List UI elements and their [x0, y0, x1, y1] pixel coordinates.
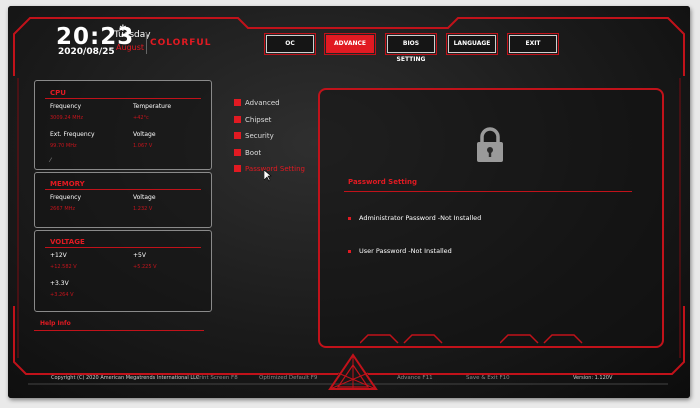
tab-bios-setting[interactable]: BIOS SETTING [385, 33, 437, 63]
help-info-title: Help Info [40, 320, 71, 327]
tab-oc[interactable]: OC [264, 33, 316, 55]
menu-item-label: Advanced [245, 99, 280, 107]
advance-hotkey[interactable]: Advance F11 [397, 375, 433, 381]
print-screen-hotkey[interactable]: Print Screen F8 [196, 375, 238, 381]
cpu-frequency-label: Frequency [50, 103, 81, 110]
emblem-icon [328, 353, 378, 390]
voltage-33v-label: +3.3V [50, 280, 69, 287]
date-label: 2020/08/25 [58, 47, 115, 57]
cpu-title: CPU [50, 89, 66, 97]
copyright-text: Copyright (C) 2020 American Megatrends I… [51, 375, 200, 381]
menu-item-label: Security [245, 132, 274, 140]
version-text: Version: 1.120V [573, 375, 613, 381]
memory-panel: MEMORY Frequency 2667 MHz Voltage 1.232 … [34, 172, 212, 228]
cpu-frequency-value: 3009.24 MHz [50, 115, 83, 121]
cpu-panel: CPU Frequency 3009.24 MHz Temperature +4… [34, 80, 212, 170]
user-password-item[interactable]: User Password -Not Installed [348, 247, 452, 255]
bullet-icon [234, 149, 241, 156]
memory-frequency-label: Frequency [50, 194, 81, 201]
optimized-default-hotkey[interactable]: Optimized Default F9 [259, 375, 317, 381]
password-panel: Password Setting Administrator Password … [318, 88, 664, 348]
bullet-icon [234, 165, 241, 172]
admin-password-item[interactable]: Administrator Password -Not Installed [348, 214, 481, 222]
brand-logo: COLORFUL [150, 38, 212, 48]
menu-item-label: Chipset [245, 116, 272, 124]
password-setting-title: Password Setting [348, 178, 418, 186]
voltage-panel: VOLTAGE +12V +12.582 V +5V +5.225 V +3.3… [34, 230, 212, 312]
voltage-title: VOLTAGE [50, 238, 85, 246]
tab-advance[interactable]: ADVANCE [324, 33, 376, 55]
menu-item-security[interactable]: Security [234, 131, 274, 141]
password-title-line [344, 191, 632, 192]
tab-language[interactable]: LANGUAGE [446, 33, 498, 55]
menu-item-advanced[interactable]: Advanced [234, 98, 280, 108]
lock-icon [477, 127, 503, 162]
brand-divider [146, 32, 147, 54]
user-password-label: User Password -Not Installed [359, 247, 452, 255]
bullet-icon [348, 216, 351, 220]
menu-item-label: Password Setting [245, 165, 305, 173]
bullet-icon [234, 132, 241, 139]
voltage-title-line [45, 247, 201, 248]
cpu-ext-frequency-value: 99.70 MHz [50, 143, 77, 149]
voltage-12v-value: +12.582 V [50, 264, 77, 270]
cpu-ext-frequency-label: Ext. Frequency [50, 131, 95, 138]
memory-title-line [45, 189, 201, 190]
tab-exit[interactable]: EXIT [507, 33, 559, 55]
panel-notch-decoration [360, 334, 443, 344]
voltage-5v-value: +5.225 V [133, 264, 157, 270]
voltage-33v-value: +3.264 V [50, 292, 74, 298]
memory-voltage-value: 1.232 V [133, 206, 153, 212]
memory-title: MEMORY [50, 180, 85, 188]
bullet-icon [234, 116, 241, 123]
menu-item-chipset[interactable]: Chipset [234, 115, 271, 125]
bios-screen: 20:23 ✲ Tuesday August 2020/08/25 COLORF… [8, 6, 690, 398]
memory-frequency-value: 2667 MHz [50, 206, 76, 212]
bios-window: 20:23 ✲ Tuesday August 2020/08/25 COLORF… [8, 6, 690, 398]
menu-item-boot[interactable]: Boot [234, 148, 261, 158]
save-exit-hotkey[interactable]: Save & Exit F10 [466, 375, 510, 381]
voltage-5v-label: +5V [133, 252, 146, 259]
help-info-line [34, 330, 204, 331]
bullet-icon [348, 249, 351, 253]
bullet-icon [234, 99, 241, 106]
memory-voltage-label: Voltage [133, 194, 156, 201]
mouse-cursor-icon [264, 170, 272, 182]
cpu-voltage-label: Voltage [133, 131, 156, 138]
menu-item-label: Boot [245, 149, 262, 157]
cpu-temperature-label: Temperature [133, 103, 172, 110]
cpu-temperature-value: +42°c [133, 115, 149, 121]
panel-notch-decoration [500, 334, 583, 344]
cpu-voltage-value: 1.067 V [133, 143, 153, 149]
month-label: August [116, 43, 144, 52]
voltage-12v-label: +12V [50, 252, 67, 259]
admin-password-label: Administrator Password -Not Installed [359, 214, 482, 222]
cpu-title-line [45, 98, 201, 99]
